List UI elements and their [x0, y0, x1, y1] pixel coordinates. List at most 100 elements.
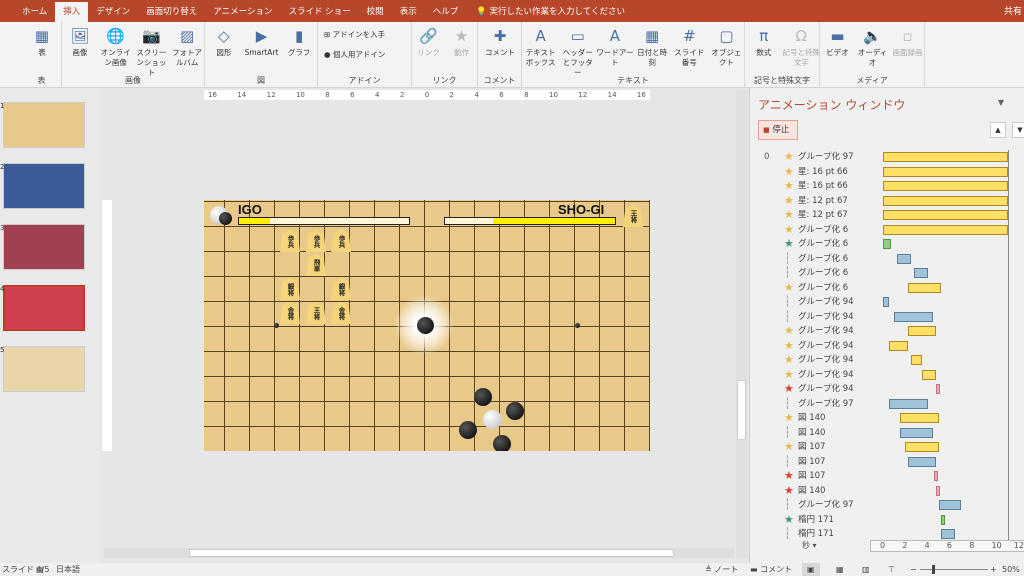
tab-0[interactable]: ホーム: [14, 2, 55, 22]
timing-bar[interactable]: [935, 384, 940, 394]
ribbon-button-8-2[interactable]: ▫ 画面録画: [890, 26, 925, 58]
animation-item[interactable]: ★ グループ化 94: [750, 339, 1012, 353]
slide-thumbnail-5[interactable]: [3, 346, 85, 392]
move-down-button[interactable]: ▼: [1012, 122, 1024, 138]
stop-button[interactable]: ■ 停止: [758, 120, 798, 140]
tab-3[interactable]: 画面切り替え: [138, 2, 205, 22]
normal-view-icon[interactable]: ▣: [802, 563, 820, 576]
ribbon-button-7-1[interactable]: Ω 記号と特殊文字: [783, 26, 821, 68]
animation-item[interactable]: ┆ 図 140: [750, 426, 1012, 440]
addin-button-0[interactable]: ⊞ アドインを入手: [324, 30, 385, 40]
timing-bar[interactable]: [883, 210, 1009, 220]
animation-item[interactable]: ★ 星: 16 pt 66: [750, 165, 1012, 179]
vertical-scrollbar[interactable]: [736, 90, 747, 558]
timing-bar[interactable]: [888, 340, 909, 351]
timeline-ruler[interactable]: 0 2 4 6 8 10 12: [870, 540, 1024, 552]
horizontal-scrollbar[interactable]: [104, 548, 734, 558]
animation-item[interactable]: ★ 星: 16 pt 66: [750, 179, 1012, 193]
ribbon-button-6-4[interactable]: # スライド番号: [671, 26, 708, 68]
ribbon-button-6-5[interactable]: ▢ オブジェクト: [708, 26, 745, 68]
timing-bar[interactable]: [883, 166, 1009, 177]
tell-me-search[interactable]: 💡 実行したい作業を入力してください: [476, 2, 625, 22]
ribbon-button-2-2[interactable]: ▮ グラフ: [280, 26, 318, 58]
animation-item[interactable]: ★ 図 140: [750, 484, 1012, 498]
ribbon-button-6-1[interactable]: ▭ ヘッダーとフッター: [559, 26, 596, 78]
animation-item[interactable]: ★ 図 107: [750, 440, 1012, 454]
animation-item[interactable]: ┆ グループ化 97: [750, 498, 1012, 512]
animation-item[interactable]: ┆ グループ化 94: [750, 310, 1012, 324]
timing-bar[interactable]: [935, 485, 940, 496]
seconds-dropdown[interactable]: 秒 ▾: [802, 540, 817, 551]
horizontal-scroll-thumb[interactable]: [189, 549, 674, 557]
ribbon-button-1-3[interactable]: ▨ フォトアルバム: [169, 26, 205, 68]
comments-button[interactable]: ▬ コメント: [750, 563, 792, 576]
timing-bar[interactable]: [883, 181, 1009, 191]
timing-bar[interactable]: [922, 369, 936, 380]
timing-bar[interactable]: [908, 282, 941, 293]
timing-bar[interactable]: [899, 427, 934, 438]
animation-item[interactable]: ★ グループ化 6: [750, 237, 1012, 251]
timing-bar[interactable]: [940, 529, 956, 539]
timing-bar[interactable]: [896, 253, 911, 264]
tab-6[interactable]: 校閲: [359, 2, 392, 22]
zoom-out-button[interactable]: −: [910, 563, 917, 576]
timing-bar[interactable]: [905, 442, 939, 452]
share-button[interactable]: 共有: [1004, 4, 1022, 17]
ribbon-button-0-0[interactable]: ▦ 表: [22, 26, 62, 58]
timing-bar[interactable]: [883, 239, 892, 249]
timing-bar[interactable]: [934, 471, 939, 481]
slide-thumbnail-1[interactable]: [3, 102, 85, 148]
slide-sorter-icon[interactable]: ▦: [836, 563, 844, 576]
animation-item[interactable]: ★ 星: 12 pt 67: [750, 194, 1012, 208]
timing-bar[interactable]: [913, 268, 928, 278]
animation-item[interactable]: ┆ グループ化 6: [750, 266, 1012, 280]
slide-thumbnail-4[interactable]: [3, 285, 85, 331]
timing-bar[interactable]: [940, 514, 945, 525]
spellcheck-icon[interactable]: ▤: [36, 563, 44, 576]
timing-bar[interactable]: [894, 311, 934, 322]
animation-item[interactable]: ┆ グループ化 94: [750, 295, 1012, 309]
animation-item[interactable]: ★ グループ化 94: [750, 324, 1012, 338]
ribbon-button-8-0[interactable]: ▬ ビデオ: [820, 26, 855, 58]
animation-item[interactable]: ★ 星: 12 pt 67: [750, 208, 1012, 222]
animation-item[interactable]: ★ グループ化 94: [750, 382, 1012, 396]
animation-item[interactable]: ★ 図 140: [750, 411, 1012, 425]
tab-7[interactable]: 表示: [392, 2, 425, 22]
ribbon-button-8-1[interactable]: 🔈 オーディオ: [855, 26, 890, 68]
ribbon-button-2-1[interactable]: ▶ SmartArt: [243, 26, 281, 58]
ribbon-button-7-0[interactable]: π 数式: [745, 26, 783, 58]
zoom-in-button[interactable]: +: [990, 563, 997, 576]
animation-item[interactable]: ┆ グループ化 97: [750, 397, 1012, 411]
animation-item[interactable]: ★ グループ化 94: [750, 368, 1012, 382]
slide-canvas[interactable]: IGO SHO-GI 王将 歩兵 歩兵 歩兵 飛車 銀将 銀将 金将 王将 金将: [204, 200, 650, 451]
ribbon-button-1-0[interactable]: 🖼 画像: [62, 26, 98, 58]
timing-bar[interactable]: [883, 297, 889, 307]
animation-item[interactable]: ┆ 楕円 171: [750, 527, 1012, 541]
animation-item[interactable]: ★ 楕円 171: [750, 513, 1012, 527]
ribbon-button-6-2[interactable]: A ワードアート: [596, 26, 633, 68]
ribbon-button-1-2[interactable]: 📷 スクリーンショット: [134, 26, 170, 78]
ribbon-button-5-0[interactable]: ✚ コメント: [478, 26, 522, 58]
slideshow-icon[interactable]: ⊤: [888, 563, 895, 576]
timing-bar[interactable]: [888, 398, 928, 409]
zoom-level[interactable]: 50%: [1002, 563, 1020, 576]
vertical-scroll-thumb[interactable]: [737, 380, 746, 440]
ribbon-button-4-0[interactable]: 🔗 リンク: [412, 26, 445, 58]
ribbon-button-6-3[interactable]: ▦ 日付と時刻: [634, 26, 671, 68]
timing-bar[interactable]: [908, 326, 936, 336]
timing-bar[interactable]: [883, 195, 1009, 206]
animation-item[interactable]: ★ グループ化 6: [750, 281, 1012, 295]
ribbon-button-4-1[interactable]: ★ 動作: [445, 26, 478, 58]
timing-bar[interactable]: [938, 500, 962, 510]
ribbon-button-2-0[interactable]: ◇ 図形: [205, 26, 243, 58]
slide-thumbnail-2[interactable]: [3, 163, 85, 209]
animation-item[interactable]: 0 ★ グループ化 97: [750, 150, 1012, 164]
animation-item[interactable]: ┆ 図 107: [750, 455, 1012, 469]
notes-button[interactable]: ≜ ノート: [705, 563, 738, 576]
tab-1[interactable]: 挿入: [55, 2, 89, 22]
timing-bar[interactable]: [910, 355, 923, 365]
tab-8[interactable]: ヘルプ: [425, 2, 467, 22]
move-up-button[interactable]: ▲: [990, 122, 1006, 138]
timing-bar[interactable]: [899, 413, 939, 423]
zoom-slider-thumb[interactable]: [932, 565, 935, 574]
